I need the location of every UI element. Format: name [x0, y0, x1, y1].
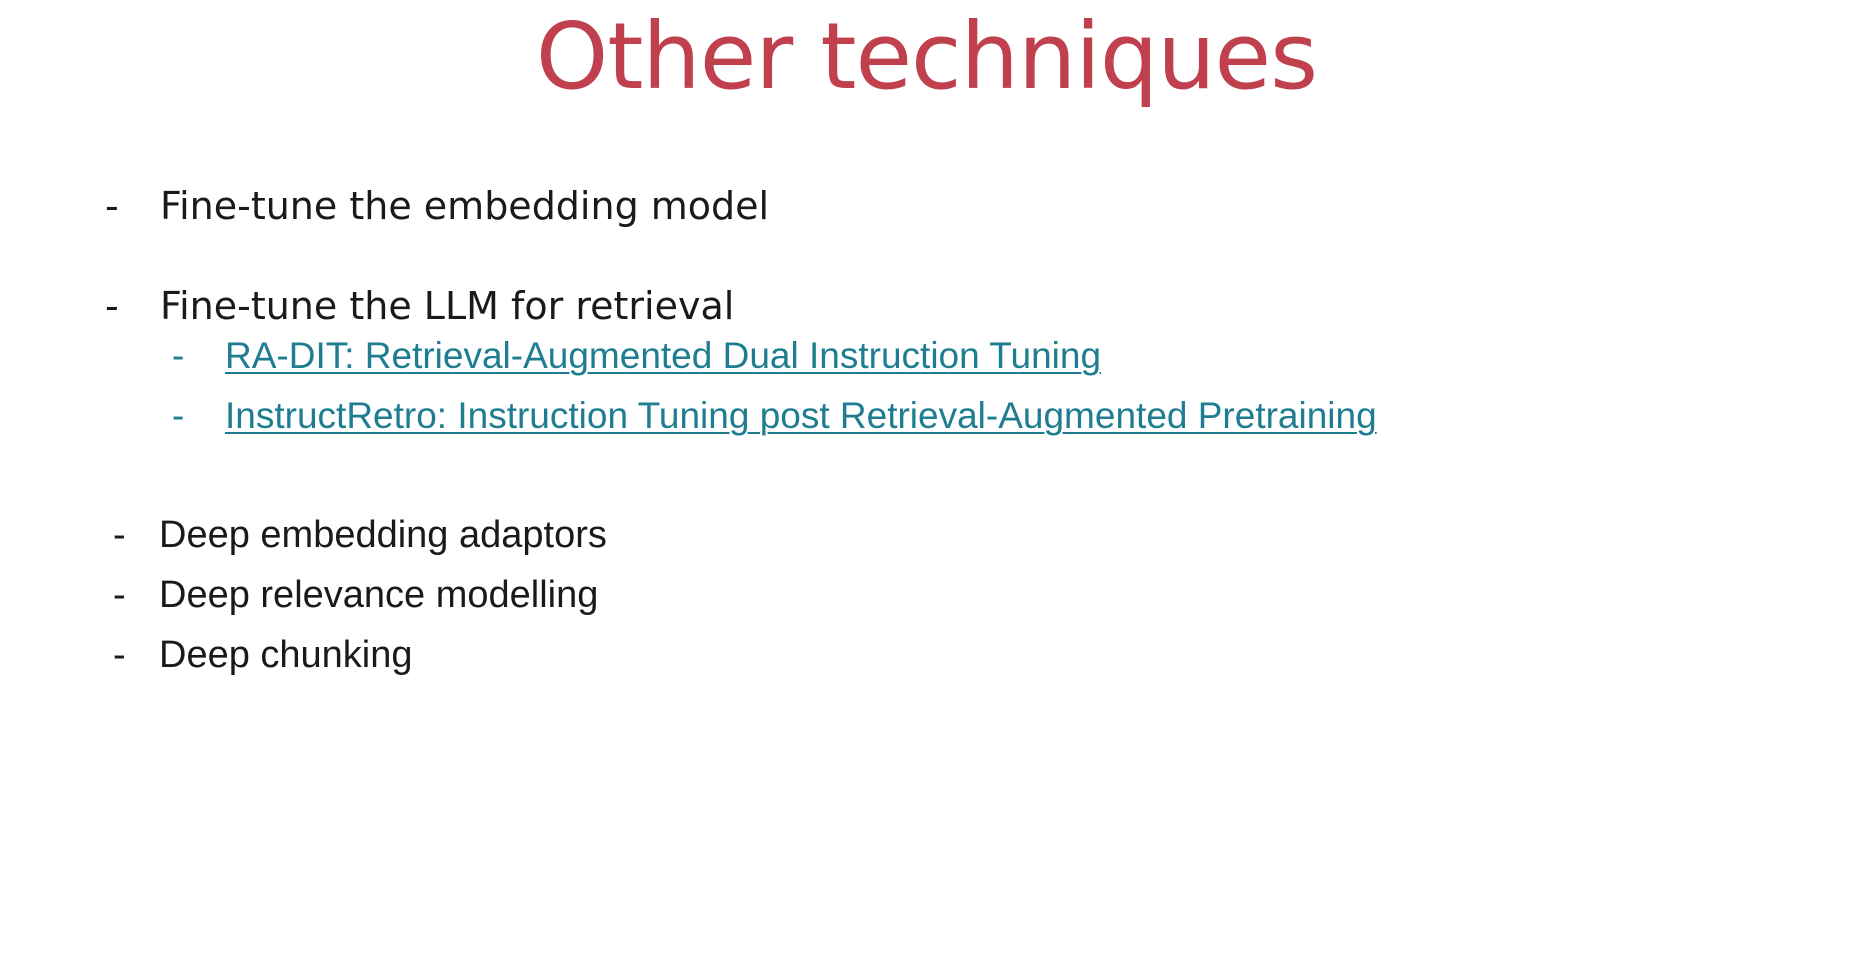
bullet-dash: - [113, 634, 126, 676]
slide-title: Other techniques [535, 3, 1318, 110]
bullet-dash: - [113, 514, 126, 556]
instructretro-link[interactable]: InstructRetro: Instruction Tuning post R… [225, 395, 1377, 436]
bullet-text: Deep chunking [159, 634, 413, 676]
bullet-dash: - [105, 284, 119, 328]
bullet-dash: - [113, 574, 126, 616]
slide: Other techniques - Fine-tune the embeddi… [0, 0, 1853, 965]
sub-bullet-text: RA-DIT: Retrieval-Augmented Dual Instruc… [225, 334, 1101, 378]
bullet-text: Fine-tune the embedding model [160, 184, 770, 228]
sub-bullet-dash: - [172, 335, 185, 376]
sub-bullet-text: InstructRetro: Instruction Tuning post R… [225, 394, 1377, 438]
bullet-text: Fine-tune the LLM for retrieval [160, 284, 735, 328]
ra-dit-link[interactable]: RA-DIT: Retrieval-Augmented Dual Instruc… [225, 335, 1101, 376]
sub-bullet-dash: - [172, 395, 185, 436]
bullet-text: Deep embedding adaptors [159, 514, 607, 556]
bullet-dash: - [105, 184, 119, 228]
bullet-text: Deep relevance modelling [159, 574, 599, 616]
